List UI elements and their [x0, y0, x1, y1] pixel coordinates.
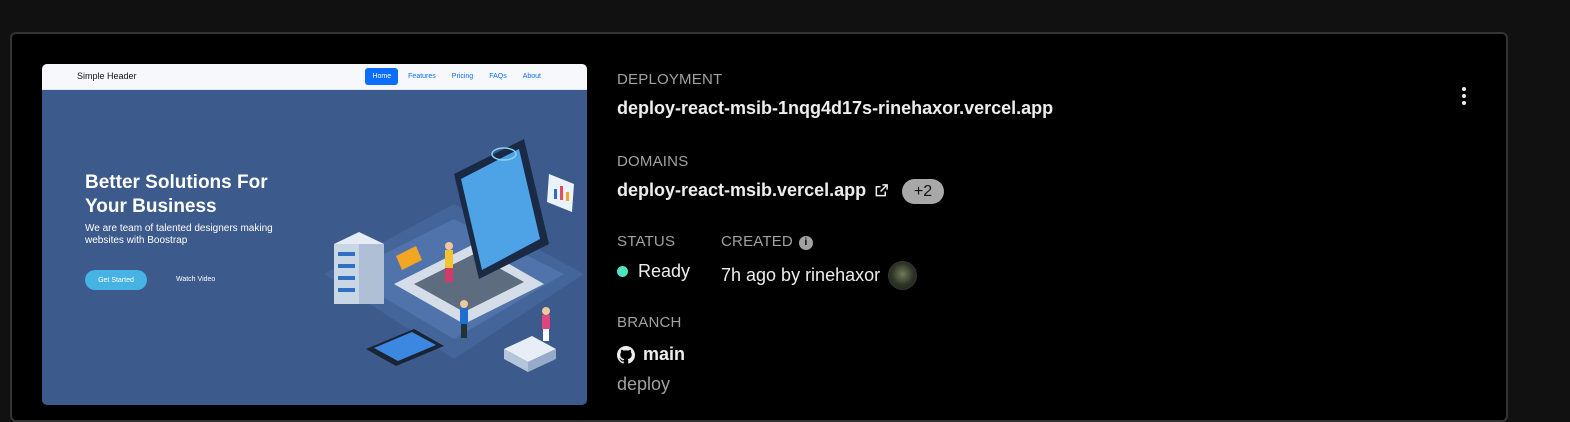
preview-nav-faqs: FAQs [489, 73, 507, 80]
branch-name[interactable]: main [643, 344, 685, 365]
deployment-preview[interactable]: Simple Header Home Features Pricing FAQs… [42, 64, 587, 405]
commit-message: deploy [617, 374, 671, 394]
domain-link[interactable]: deploy-react-msib.vercel.app [617, 180, 889, 201]
domains-label: DOMAINS [617, 153, 689, 170]
preview-hero-subtitle: We are team of talented designers making… [85, 223, 273, 246]
status-value: Ready [617, 261, 690, 282]
deployment-label: DEPLOYMENT [617, 71, 723, 88]
status-label: STATUS [617, 233, 676, 250]
created-label-group: CREATED i [721, 233, 813, 250]
status-dot-icon [617, 266, 628, 277]
status-text: Ready [638, 261, 691, 281]
preview-hero-title: Better Solutions For Your Business [85, 172, 268, 217]
external-link-icon[interactable] [874, 183, 889, 198]
preview-watch-video-link: Watch Video [176, 276, 216, 283]
info-icon[interactable]: i [798, 235, 813, 250]
created-label: CREATED [721, 233, 793, 250]
branch-link[interactable]: main [617, 344, 685, 365]
preview-nav: Home Features Pricing FAQs About [365, 68, 547, 85]
preview-brand: Simple Header [77, 71, 137, 81]
created-text: 7h ago by rinehaxor [721, 265, 881, 285]
deployment-url[interactable]: deploy-react-msib-1nqg4d17s-rinehaxor.ve… [617, 98, 1053, 119]
preview-nav-about: About [522, 73, 541, 80]
domains-more-badge[interactable]: +2 [902, 179, 944, 204]
more-vertical-icon[interactable] [1452, 84, 1476, 108]
github-icon [617, 345, 635, 364]
avatar[interactable] [888, 261, 918, 290]
preview-hero-illustration [324, 139, 584, 372]
domain-link-text[interactable]: deploy-react-msib.vercel.app [617, 180, 866, 201]
created-value: 7h ago by rinehaxor [721, 261, 918, 290]
preview-header: Simple Header Home Features Pricing FAQs… [42, 64, 587, 90]
preview-nav-features: Features [408, 73, 436, 80]
branch-label: BRANCH [617, 314, 682, 331]
preview-nav-pricing: Pricing [451, 73, 474, 80]
preview-nav-home: Home [365, 68, 399, 85]
preview-get-started-button: Get Started [85, 270, 147, 290]
